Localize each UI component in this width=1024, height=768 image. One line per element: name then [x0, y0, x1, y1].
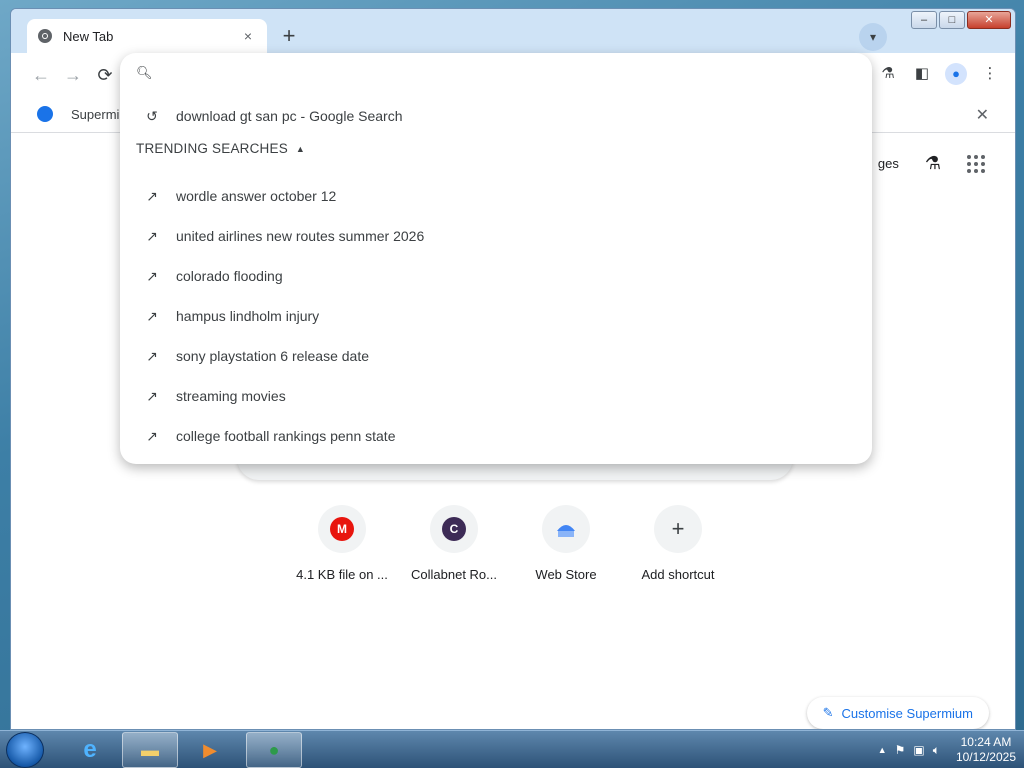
volume-muted-icon[interactable]: 🔈︎: [933, 743, 940, 758]
trending-icon: ↗: [146, 427, 158, 444]
shortcut-label: Web Store: [535, 567, 597, 582]
start-button[interactable]: [6, 732, 44, 768]
omnibox-input[interactable]: [168, 62, 848, 86]
trending-icon: ↗: [146, 187, 158, 204]
trending-icon: ↗: [146, 307, 158, 324]
back-button[interactable]: ←: [29, 63, 53, 87]
close-window-button[interactable]: ✕: [967, 11, 1011, 29]
network-icon[interactable]: ▣: [913, 743, 924, 757]
taskbar: e ▬ ▶ ● ▲ ⚑ ▣ 🔈︎ 10:24 AM 10/12/2025: [0, 730, 1024, 768]
profile-avatar[interactable]: ●: [945, 63, 967, 85]
omnibox-dropdown: 🔍︎ ↺ download gt san pc - Google Search …: [120, 53, 872, 464]
apps-grid-icon[interactable]: [967, 154, 985, 173]
clock-date: 10/12/2025: [955, 750, 1016, 764]
tab-close-icon[interactable]: ×: [239, 28, 257, 44]
trending-suggestion[interactable]: ↗ college football rankings penn state: [120, 416, 872, 456]
suggestion-text: college football rankings penn state: [176, 428, 396, 444]
trending-icon: ↗: [146, 347, 158, 364]
supermium-taskbar-icon[interactable]: ●: [246, 732, 302, 768]
supermium-icon: [37, 106, 53, 122]
collabnet-icon: C: [442, 517, 466, 541]
images-link[interactable]: ges: [878, 156, 899, 171]
suggestion-text: download gt san pc - Google Search: [176, 108, 403, 124]
customise-button[interactable]: ✎ Customise Supermium: [806, 697, 989, 729]
suggestion-text: hampus lindholm injury: [176, 308, 320, 324]
add-shortcut-tile[interactable]: + Add shortcut: [629, 505, 727, 582]
web-store-icon: [557, 525, 575, 537]
clock-time: 10:24 AM: [960, 735, 1012, 749]
mega-icon: M: [330, 517, 354, 541]
suggestion-text: wordle answer october 12: [176, 188, 337, 204]
reload-button[interactable]: ⟳: [93, 63, 117, 87]
shortcut-tile[interactable]: Web Store: [517, 505, 615, 582]
trending-header[interactable]: TRENDING SEARCHES ▲: [136, 141, 305, 156]
shortcut-label: Collabnet Ro...: [411, 567, 497, 582]
shortcuts-row: M 4.1 KB file on ... C Collabnet Ro... W…: [293, 505, 727, 582]
shortcut-tile[interactable]: C Collabnet Ro...: [405, 505, 503, 582]
trending-suggestion[interactable]: ↗ hampus lindholm injury: [120, 296, 872, 336]
shortcut-tile[interactable]: M 4.1 KB file on ...: [293, 505, 391, 582]
labs-icon[interactable]: ⚗: [877, 63, 899, 85]
side-panel-icon[interactable]: ◧: [911, 63, 933, 85]
suggestion-text: united airlines new routes summer 2026: [176, 228, 425, 244]
suggestion-text: streaming movies: [176, 388, 286, 404]
shortcut-label: Add shortcut: [641, 567, 715, 582]
file-explorer-icon[interactable]: ▬: [122, 732, 178, 768]
tab-search-button[interactable]: ▾: [859, 23, 887, 51]
system-tray: ▲ ⚑ ▣ 🔈︎ 10:24 AM 10/12/2025: [878, 731, 1016, 768]
toolbar-right: ⚗ ◧ ● ⋮: [877, 63, 1001, 85]
new-tab-button[interactable]: +: [275, 23, 303, 51]
labs-flask-icon[interactable]: ⚗: [925, 153, 941, 174]
trending-suggestion[interactable]: ↗ colorado flooding: [120, 256, 872, 296]
info-bar-label: Supermi: [71, 107, 120, 122]
chrome-icon: [38, 29, 52, 43]
minimize-button[interactable]: –: [911, 11, 937, 29]
clock[interactable]: 10:24 AM 10/12/2025: [956, 735, 1016, 765]
trending-suggestion[interactable]: ↗ wordle answer october 12: [120, 176, 872, 216]
action-center-icon[interactable]: ⚑: [895, 743, 906, 757]
trending-icon: ↗: [146, 227, 158, 244]
trending-suggestion[interactable]: ↗ sony playstation 6 release date: [120, 336, 872, 376]
trending-header-label: TRENDING SEARCHES: [136, 141, 288, 156]
tab-new-tab[interactable]: New Tab ×: [27, 19, 267, 53]
search-icon: 🔍︎: [136, 65, 153, 80]
omnibox-row: 🔍︎: [120, 53, 872, 95]
tab-title: New Tab: [63, 28, 114, 44]
media-player-icon[interactable]: ▶: [182, 732, 238, 768]
history-suggestion[interactable]: ↺ download gt san pc - Google Search: [120, 96, 872, 136]
forward-button[interactable]: →: [61, 63, 85, 87]
internet-explorer-icon[interactable]: e: [62, 732, 118, 768]
collapse-arrow-icon: ▲: [295, 143, 306, 154]
trending-suggestion[interactable]: ↗ streaming movies: [120, 376, 872, 416]
trending-suggestion[interactable]: ↗ united airlines new routes summer 2026: [120, 216, 872, 256]
shortcut-label: 4.1 KB file on ...: [296, 567, 388, 582]
plus-icon: +: [671, 516, 685, 541]
suggestion-text: colorado flooding: [176, 268, 283, 284]
history-icon: ↺: [146, 107, 158, 124]
menu-icon[interactable]: ⋮: [979, 63, 1001, 85]
pencil-icon: ✎: [822, 705, 834, 720]
trending-icon: ↗: [146, 267, 158, 284]
tray-expand-icon[interactable]: ▲: [878, 745, 887, 755]
tab-strip: New Tab × + ▾ – □ ✕: [11, 9, 1015, 53]
trending-icon: ↗: [146, 387, 158, 404]
suggestion-text: sony playstation 6 release date: [176, 348, 370, 364]
window-controls: – □ ✕: [911, 11, 1011, 29]
customise-label: Customise Supermium: [841, 705, 974, 721]
maximize-button[interactable]: □: [939, 11, 965, 29]
info-bar-close-icon[interactable]: ✕: [976, 105, 989, 125]
ntp-header-links: ges ⚗: [878, 153, 985, 174]
